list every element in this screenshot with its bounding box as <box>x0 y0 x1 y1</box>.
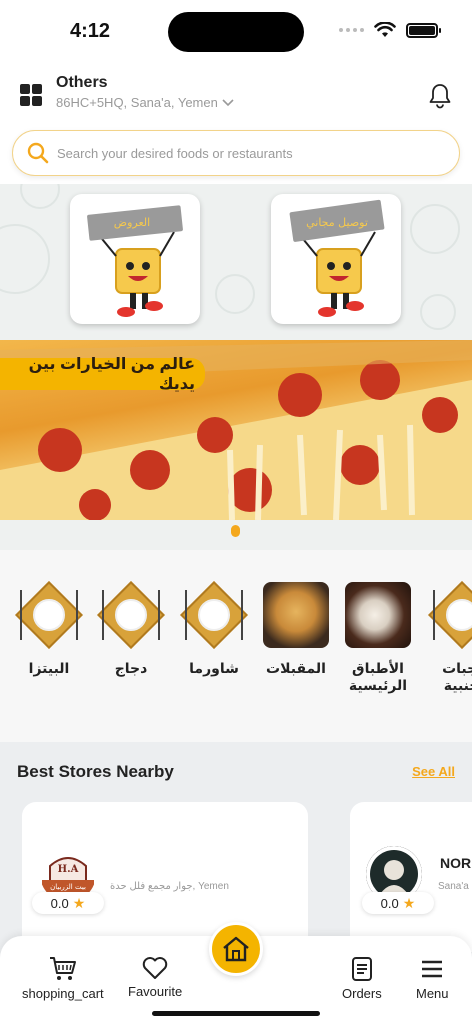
store-logo-text: بيت الزربيان <box>50 883 86 891</box>
nav-cart-label: shopping_cart <box>22 986 104 1001</box>
store-rating: 0.0 ★ <box>32 892 104 914</box>
slider-page-indicator[interactable] <box>231 525 240 537</box>
category-label: البيتزا <box>28 660 70 676</box>
search-icon <box>27 142 49 164</box>
store-address: Yemen ,جوار مجمع فلل حدة <box>110 881 229 892</box>
category-label: وجبات أجنبية <box>442 660 472 693</box>
home-icon <box>223 936 249 962</box>
nav-menu[interactable]: Menu <box>416 956 449 1001</box>
home-indicator <box>152 1011 320 1016</box>
category-foreign-meals[interactable]: وجبات أجنبية <box>428 581 472 694</box>
rating-value: 0.0 <box>50 895 69 911</box>
category-main-dishes[interactable]: الأطباق الرئيسية <box>344 582 412 694</box>
category-label: دجاج <box>114 660 148 676</box>
location-title[interactable]: Others <box>56 74 108 92</box>
header: Others 86HC+5HQ, Sana'a, Yemen <box>0 64 472 184</box>
plate-icon <box>15 581 83 649</box>
plate-icon <box>428 581 472 649</box>
nav-favourite-label: Favourite <box>128 984 183 999</box>
banner-slogan: عالم من الخيارات بين يديك <box>0 356 205 393</box>
store-name: NOR <box>440 855 472 871</box>
category-shawarma[interactable]: شاورما <box>180 581 248 677</box>
promo-label-free-delivery: توصيل مجاني <box>306 216 368 229</box>
signal-icon <box>339 28 364 32</box>
store-card[interactable]: NOR Sana'a 0.0 ★ <box>350 802 472 952</box>
wifi-icon <box>374 22 396 37</box>
category-pizza[interactable]: البيتزا <box>15 581 83 677</box>
nav-menu-label: Menu <box>416 986 449 1001</box>
heart-icon <box>142 957 168 979</box>
search-input[interactable] <box>57 145 427 161</box>
promo-label-offers: العروض <box>114 216 150 229</box>
pizza-slider-image[interactable]: عالم من الخيارات بين يديك <box>0 340 472 520</box>
section-title: Best Stores Nearby <box>17 762 174 781</box>
location-address: 86HC+5HQ, Sana'a, Yemen <box>56 95 218 110</box>
see-all-link[interactable]: See All <box>412 764 455 779</box>
nav-orders[interactable]: Orders <box>342 956 382 1001</box>
shopping-cart-icon <box>49 957 76 980</box>
promo-card-offers[interactable]: العروض <box>70 194 200 324</box>
promo-card-free-delivery[interactable]: توصيل مجاني <box>271 194 401 324</box>
status-bar: 4:12 <box>0 0 472 64</box>
store-rating: 0.0 ★ <box>362 892 434 914</box>
dynamic-island <box>168 12 304 52</box>
categories-grid-icon[interactable] <box>20 84 42 106</box>
status-icons <box>339 22 441 38</box>
rating-value: 0.0 <box>380 895 399 911</box>
svg-text:H.A: H.A <box>58 864 79 875</box>
battery-icon <box>406 22 441 38</box>
star-icon: ★ <box>72 894 86 911</box>
bottom-nav: shopping_cart Favourite Orders Menu <box>0 922 472 1024</box>
nav-orders-label: Orders <box>342 986 382 1001</box>
free-delivery-mascot-icon: توصيل مجاني <box>289 199 385 317</box>
chevron-down-icon <box>222 98 234 106</box>
star-icon: ★ <box>402 894 416 911</box>
plate-icon <box>180 581 248 649</box>
store-card[interactable]: H.A بيت الزربيان 0.0 ★ Yemen ,جوار مجمع … <box>22 802 308 952</box>
orders-icon <box>351 957 372 981</box>
bell-icon[interactable] <box>428 83 452 109</box>
search-bar[interactable] <box>12 130 460 176</box>
appetizers-photo <box>263 582 329 648</box>
category-label: شاورما <box>189 660 239 676</box>
menu-icon <box>422 960 443 978</box>
categories-row: البيتزا دجاج شاورما المقبلات الأطباق الر… <box>0 550 472 740</box>
promo-banner: العروض توصيل مجاني عالم من الخيارات بين … <box>0 184 472 550</box>
category-label: الأطباق الرئيسية <box>348 660 408 693</box>
nav-cart[interactable]: shopping_cart <box>22 956 104 1001</box>
category-appetizers[interactable]: المقبلات <box>262 582 330 677</box>
location-selector[interactable]: 86HC+5HQ, Sana'a, Yemen <box>56 95 234 110</box>
home-button[interactable] <box>209 922 263 976</box>
category-label: المقبلات <box>266 660 326 676</box>
status-time: 4:12 <box>70 20 111 42</box>
store-address: Sana'a <box>438 881 469 892</box>
offers-mascot-icon: العروض <box>87 205 183 317</box>
plate-icon <box>97 581 165 649</box>
category-chicken[interactable]: دجاج <box>97 581 165 677</box>
nav-favourite[interactable]: Favourite <box>128 956 182 999</box>
main-dishes-photo <box>345 582 411 648</box>
